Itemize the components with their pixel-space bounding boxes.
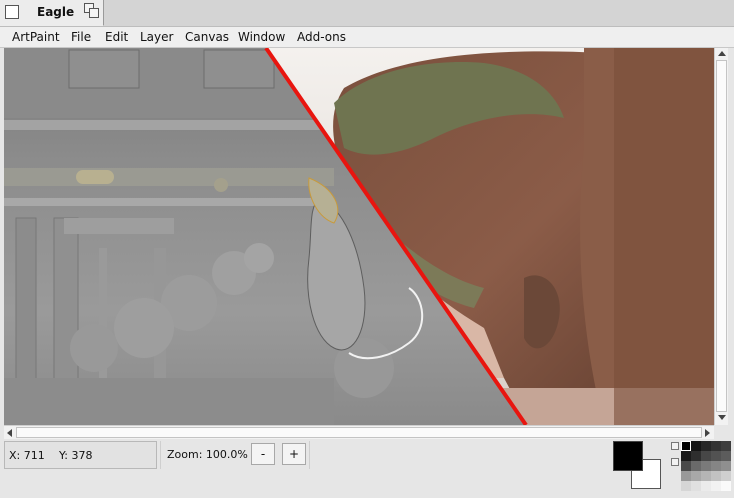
zoom-in-button[interactable]: + xyxy=(282,443,306,465)
detach-icon[interactable] xyxy=(84,3,99,18)
vertical-scrollbar[interactable] xyxy=(714,48,728,425)
close-box-icon[interactable] xyxy=(5,5,19,19)
menu-edit[interactable]: Edit xyxy=(105,30,128,44)
palette-swatch[interactable] xyxy=(711,461,721,471)
palette-swatch[interactable] xyxy=(691,441,701,451)
palette-swatch[interactable] xyxy=(721,461,731,471)
foreground-color-swatch[interactable] xyxy=(613,441,643,471)
cursor-coordinates: X: 711 Y: 378 xyxy=(4,441,157,469)
palette-swatch[interactable] xyxy=(681,461,691,471)
palette-swatch[interactable] xyxy=(691,471,701,481)
palette-swatch[interactable] xyxy=(721,441,731,451)
palette-swatch[interactable] xyxy=(711,471,721,481)
canvas-image xyxy=(4,48,714,425)
palette-swatch[interactable] xyxy=(721,471,731,481)
zoom-level: Zoom: 100.0% xyxy=(167,448,248,461)
palette-swatch[interactable] xyxy=(701,471,711,481)
palette-swatch[interactable] xyxy=(691,461,701,471)
y-coordinate: Y: 378 xyxy=(59,449,93,462)
palette-swatch[interactable] xyxy=(691,451,701,461)
palette-next-icon[interactable] xyxy=(671,458,679,466)
palette-prev-icon[interactable] xyxy=(671,442,679,450)
palette-swatch[interactable] xyxy=(711,441,721,451)
menu-file[interactable]: File xyxy=(71,30,91,44)
x-coordinate: X: 711 xyxy=(9,449,45,462)
palette-swatch[interactable] xyxy=(711,451,721,461)
status-divider-2 xyxy=(309,441,310,469)
menu-artpaint[interactable]: ArtPaint xyxy=(12,30,60,44)
menu-bar: ArtPaint File Edit Layer Canvas Window A… xyxy=(0,26,734,48)
palette-swatch[interactable] xyxy=(691,481,701,491)
menu-add-ons[interactable]: Add-ons xyxy=(297,30,346,44)
vertical-scroll-thumb[interactable] xyxy=(716,60,727,412)
menu-canvas[interactable]: Canvas xyxy=(185,30,229,44)
horizontal-scroll-thumb[interactable] xyxy=(16,427,702,438)
horizontal-scrollbar[interactable] xyxy=(4,425,714,439)
menu-window[interactable]: Window xyxy=(238,30,285,44)
scroll-left-icon[interactable] xyxy=(7,429,12,437)
palette-swatch[interactable] xyxy=(721,481,731,491)
palette-swatch[interactable] xyxy=(701,481,711,491)
scroll-down-icon[interactable] xyxy=(718,415,726,420)
scroll-corner xyxy=(714,425,728,439)
color-palette[interactable] xyxy=(671,441,731,491)
window-title: Eagle xyxy=(37,5,75,19)
palette-swatch[interactable] xyxy=(681,441,691,451)
palette-swatch[interactable] xyxy=(681,471,691,481)
palette-swatch[interactable] xyxy=(681,451,691,461)
palette-swatch[interactable] xyxy=(701,441,711,451)
window-tab[interactable]: Eagle xyxy=(0,0,104,26)
scroll-right-icon[interactable] xyxy=(705,429,710,437)
image-canvas[interactable] xyxy=(4,48,714,425)
status-divider xyxy=(160,441,161,469)
palette-swatch[interactable] xyxy=(721,451,731,461)
palette-swatch[interactable] xyxy=(681,481,691,491)
scroll-up-icon[interactable] xyxy=(718,51,726,56)
menu-layer[interactable]: Layer xyxy=(140,30,173,44)
window-tab-bar: Eagle xyxy=(0,0,734,26)
palette-swatch[interactable] xyxy=(701,461,711,471)
palette-swatch[interactable] xyxy=(701,451,711,461)
palette-swatch[interactable] xyxy=(711,481,721,491)
zoom-out-button[interactable]: - xyxy=(251,443,275,465)
